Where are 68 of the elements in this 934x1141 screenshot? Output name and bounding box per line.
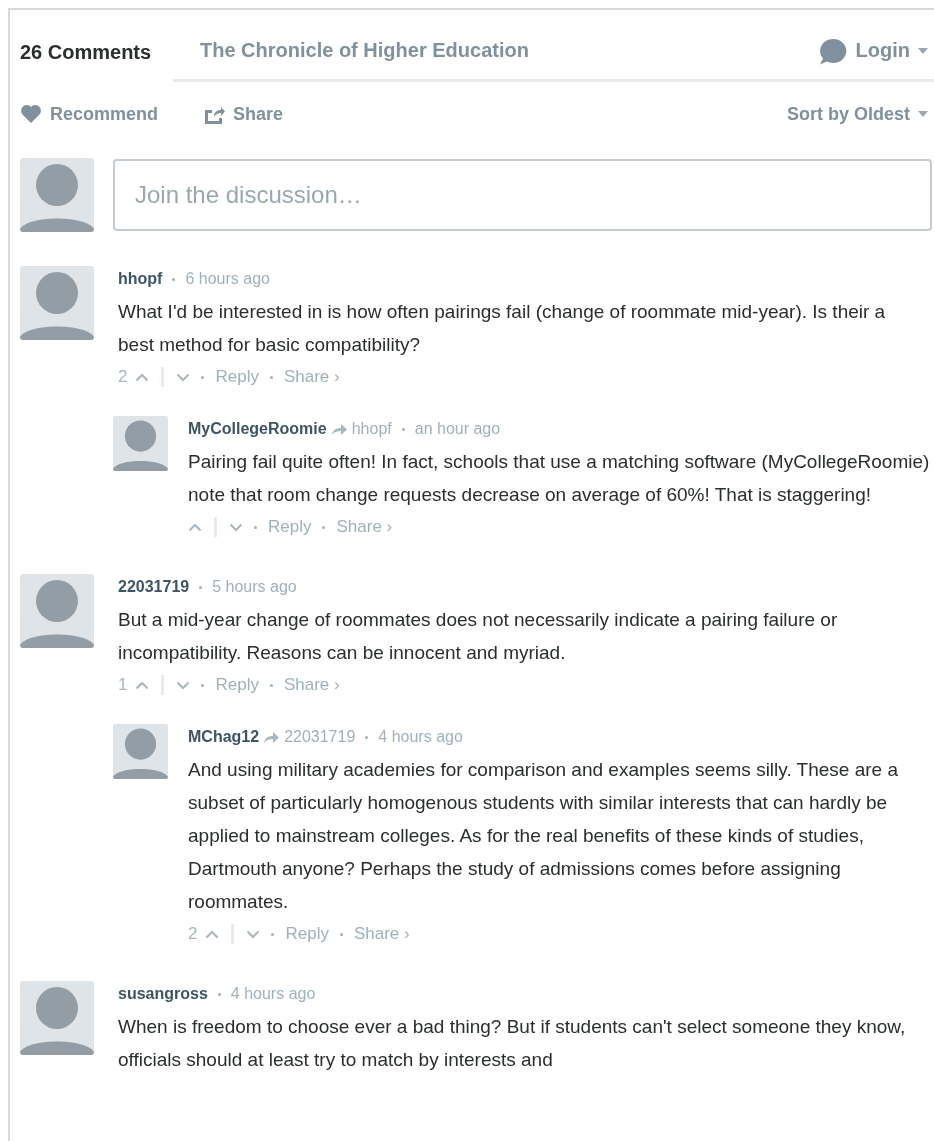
comment-count-tab[interactable]: 26 Comments <box>20 10 173 82</box>
vote-count: 2 <box>188 924 198 944</box>
author-name[interactable]: MyCollegeRoomie <box>188 420 327 438</box>
author-name[interactable]: hhopf <box>118 270 163 288</box>
timestamp[interactable]: an hour ago <box>414 420 501 438</box>
caret-icon <box>918 111 928 117</box>
comment-text: And using military academies for comparison and examples seems silly. These are a subset of particularly homogenous students with similar interests that can hardly be applied to mainstream colleges. As for the real benefits of these kinds of studies, Dartmouth anyone? Perhaps the study of admissions comes before assigning roommates. <box>188 758 899 914</box>
timestamp[interactable]: 5 hours ago <box>212 578 297 596</box>
separator-dot <box>201 683 205 687</box>
recommend-button[interactable]: Recommend <box>20 103 159 125</box>
avatar-icon <box>20 574 94 648</box>
share-link[interactable]: Share › <box>283 675 340 695</box>
separator-dot <box>271 932 275 936</box>
comment-input-field[interactable]: Join the discussion… <box>113 159 932 231</box>
comment-text: What I'd be interested in is how often pairings fail (change of roommate mid-year). Is their a best method for basic compatibility? <box>118 300 887 357</box>
comment-text: Pairing fail quite often! In fact, schools that use a matching software (MyCollegeRoomie) note that room change requests decrease on average of 60%! That is staggering! <box>188 450 931 507</box>
avatar-icon <box>20 158 94 232</box>
downvote-icon[interactable] <box>246 929 261 939</box>
timestamp[interactable]: 6 hours ago <box>185 270 270 288</box>
reply-link[interactable]: Reply <box>268 517 312 537</box>
separator-dot <box>269 683 273 687</box>
reply-arrow-icon <box>263 730 280 744</box>
separator-dot <box>401 427 405 431</box>
separator-dot <box>254 525 257 529</box>
site-tab[interactable]: The Chronicle of Higher Education <box>200 39 529 62</box>
upvote-icon[interactable] <box>205 929 220 939</box>
separator-dot <box>339 932 343 936</box>
separator-dot <box>172 277 176 281</box>
separator-dot <box>269 375 273 379</box>
heart-icon <box>20 104 42 124</box>
timestamp[interactable]: 4 hours ago <box>378 728 463 746</box>
vote-count: 2 <box>118 367 128 387</box>
separator-dot <box>217 992 221 996</box>
separator-dot <box>199 585 203 589</box>
share-link[interactable]: Share › <box>283 367 340 387</box>
downvote-icon[interactable] <box>229 522 243 532</box>
sort-dropdown[interactable]: Sort by Oldest <box>786 103 928 125</box>
login-button[interactable]: Login <box>817 36 934 65</box>
caret-icon <box>918 47 928 54</box>
share-button[interactable]: Share <box>204 103 284 125</box>
avatar-icon <box>20 266 94 340</box>
separator-dot <box>365 735 369 739</box>
timestamp[interactable]: 4 hours ago <box>230 985 316 1003</box>
reply-link[interactable]: Reply <box>215 675 259 695</box>
avatar-icon <box>20 981 94 1055</box>
upvote-icon[interactable] <box>188 522 202 532</box>
downvote-icon[interactable] <box>176 680 191 690</box>
author-name[interactable]: MChag12 <box>188 728 260 746</box>
vote-count: 1 <box>118 675 128 695</box>
parent-author-link[interactable]: 22031719 <box>284 728 356 746</box>
share-link[interactable]: Share › <box>353 924 410 944</box>
share-link[interactable]: Share › <box>336 517 393 537</box>
upvote-icon[interactable] <box>135 372 150 382</box>
reply-link[interactable]: Reply <box>285 924 329 944</box>
avatar-icon <box>113 724 168 779</box>
separator-dot <box>201 375 205 379</box>
comment-text: But a mid-year change of roommates does not necessarily indicate a pairing failure or incompatibility. Reasons can be innocent and myriad. <box>118 608 839 665</box>
reply-link[interactable]: Reply <box>215 367 259 387</box>
parent-author-link[interactable]: hhopf <box>351 420 392 438</box>
comment-text: When is freedom to choose ever a bad thing? But if students can't select someone they know, officials should at least try to match by interests and <box>118 1015 907 1072</box>
author-name[interactable]: 22031719 <box>118 578 190 596</box>
reply-arrow-icon <box>330 422 347 436</box>
chat-bubble-icon <box>817 36 848 65</box>
avatar-icon <box>113 416 168 471</box>
downvote-icon[interactable] <box>176 372 191 382</box>
separator-dot <box>322 525 326 529</box>
author-name[interactable]: susangross <box>118 985 208 1003</box>
upvote-icon[interactable] <box>135 680 150 690</box>
